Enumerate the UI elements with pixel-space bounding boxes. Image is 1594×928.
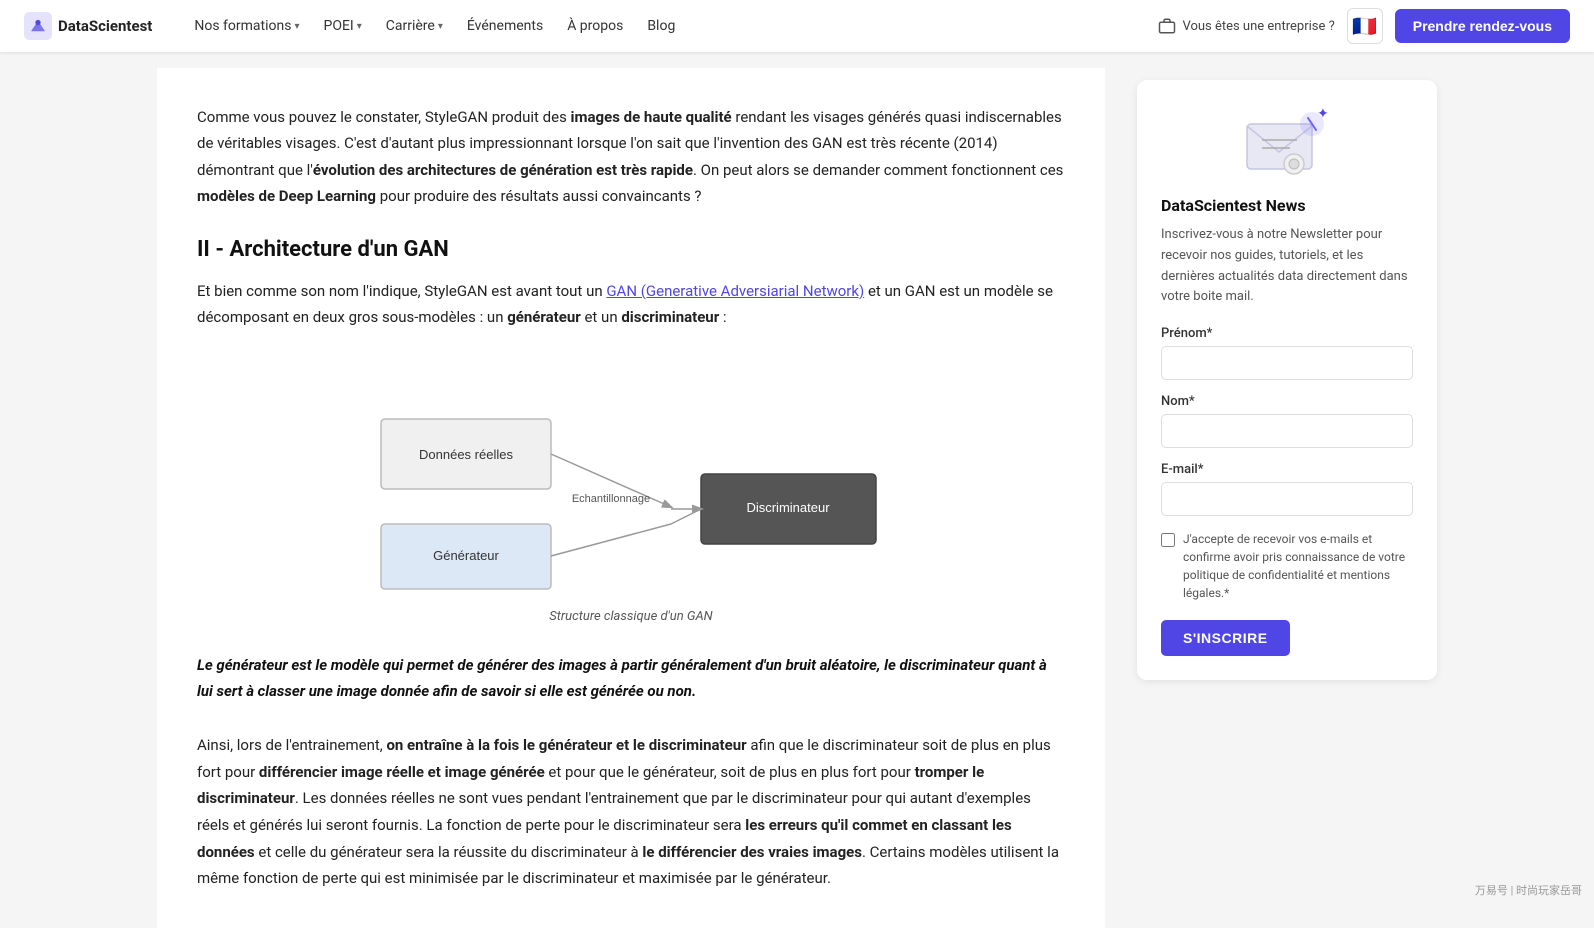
email-input[interactable] xyxy=(1161,482,1413,516)
nav-formations-label: Nos formations xyxy=(194,18,291,34)
nav-apropos-label: À propos xyxy=(567,18,623,34)
prenom-group: Prénom* xyxy=(1161,326,1413,380)
gan-link-text: GAN (Generative Adversiarial Network) xyxy=(606,282,864,300)
consent-label: J'accepte de recevoir vos e-mails et con… xyxy=(1183,530,1413,602)
bold-images-haute-qualite: images de haute qualité xyxy=(571,108,732,126)
enterprise-button[interactable]: Vous êtes une entreprise ? xyxy=(1158,17,1334,35)
svg-text:Discriminateur: Discriminateur xyxy=(746,500,830,515)
newsletter-title: DataScientest News xyxy=(1161,196,1413,215)
subscribe-button[interactable]: S'INSCRIRE xyxy=(1161,620,1290,656)
diagram-caption: Structure classique d'un GAN xyxy=(549,609,712,624)
bold-generateur: générateur xyxy=(507,308,581,326)
svg-text:Echantillonnage: Echantillonnage xyxy=(572,493,650,505)
nom-input[interactable] xyxy=(1161,414,1413,448)
svg-text:✦: ✦ xyxy=(1317,106,1329,122)
logo-text: DataScientest xyxy=(58,17,152,35)
highlight-block: Le générateur est le modèle qui permet d… xyxy=(197,652,1065,705)
flag-icon: 🇫🇷 xyxy=(1352,14,1377,38)
nav-item-carriere[interactable]: Carrière ▾ xyxy=(376,12,453,40)
gan-link[interactable]: GAN (Generative Adversiarial Network) xyxy=(606,282,864,300)
prenom-input[interactable] xyxy=(1161,346,1413,380)
newsletter-description: Inscrivez-vous à notre Newsletter pour r… xyxy=(1161,225,1413,308)
nav-links: Nos formations ▾ POEI ▾ Carrière ▾ Événe… xyxy=(184,12,1158,40)
nav-item-apropos[interactable]: À propos xyxy=(557,12,633,40)
bold-differencier: différencier image réelle et image génér… xyxy=(259,763,545,781)
logo[interactable]: DataScientest xyxy=(24,12,152,40)
enterprise-icon xyxy=(1158,17,1176,35)
section-intro: Et bien comme son nom l'indique, StyleGA… xyxy=(197,278,1065,331)
nom-label: Nom* xyxy=(1161,394,1413,409)
bold-deep-learning: modèles de Deep Learning xyxy=(197,187,376,205)
nav-item-poei[interactable]: POEI ▾ xyxy=(314,12,372,40)
highlight-text: Le générateur est le modèle qui permet d… xyxy=(197,656,1047,700)
bold-evolution: évolution des architectures de génératio… xyxy=(313,161,693,179)
consent-checkbox[interactable] xyxy=(1161,533,1175,547)
newsletter-card: ✦ DataScientest News Inscrivez-vous à no… xyxy=(1137,80,1437,680)
prenom-label: Prénom* xyxy=(1161,326,1413,341)
newsletter-icon: ✦ xyxy=(1242,104,1332,184)
bold-entraine: on entraîne à la fois le générateur et l… xyxy=(386,736,746,754)
bold-discriminateur: discriminateur xyxy=(621,308,719,326)
watermark: 万易号 | 时尚玩家岳哥 xyxy=(1475,882,1582,898)
logo-icon xyxy=(24,12,52,40)
enterprise-label: Vous êtes une entreprise ? xyxy=(1182,19,1334,34)
email-label: E-mail* xyxy=(1161,462,1413,477)
sidebar: ✦ DataScientest News Inscrivez-vous à no… xyxy=(1137,68,1437,928)
nav-item-evenements[interactable]: Événements xyxy=(457,12,553,40)
nav-evenements-label: Événements xyxy=(467,18,543,34)
page-wrapper: Comme vous pouvez le constater, StyleGAN… xyxy=(137,0,1457,928)
bold-differencier-vraies: le différencier des vraies images xyxy=(642,843,862,861)
nav-item-blog[interactable]: Blog xyxy=(637,12,685,40)
cta-button[interactable]: Prendre rendez-vous xyxy=(1395,9,1570,43)
newsletter-icon-wrapper: ✦ xyxy=(1161,104,1413,184)
email-group: E-mail* xyxy=(1161,462,1413,516)
nom-group: Nom* xyxy=(1161,394,1413,448)
bottom-paragraph: Ainsi, lors de l'entrainement, on entraî… xyxy=(197,732,1065,892)
section-title: II - Architecture d'un GAN xyxy=(197,237,1065,262)
nav-carriere-label: Carrière xyxy=(386,18,435,34)
nav-item-formations[interactable]: Nos formations ▾ xyxy=(184,12,309,40)
chevron-down-icon: ▾ xyxy=(294,21,299,32)
intro-paragraph: Comme vous pouvez le constater, StyleGAN… xyxy=(197,104,1065,209)
nav-poei-label: POEI xyxy=(324,18,354,34)
bold-erreurs: les erreurs qu'il commet en classant les… xyxy=(197,816,1012,861)
navbar: DataScientest Nos formations ▾ POEI ▾ Ca… xyxy=(0,0,1594,52)
nav-blog-label: Blog xyxy=(647,18,675,34)
chevron-down-icon: ▾ xyxy=(357,21,362,32)
gan-diagram-container: Données réelles Générateur Discriminateu… xyxy=(197,359,1065,624)
chevron-down-icon: ▾ xyxy=(438,21,443,32)
consent-group: J'accepte de recevoir vos e-mails et con… xyxy=(1161,530,1413,602)
main-content: Comme vous pouvez le constater, StyleGAN… xyxy=(157,68,1105,928)
gan-diagram: Données réelles Générateur Discriminateu… xyxy=(341,359,921,599)
svg-text:Générateur: Générateur xyxy=(433,548,499,563)
svg-text:Données réelles: Données réelles xyxy=(419,447,513,462)
nav-right: Vous êtes une entreprise ? 🇫🇷 Prendre re… xyxy=(1158,8,1570,44)
gan-diagram-svg: Données réelles Générateur Discriminateu… xyxy=(341,359,921,599)
language-flag-button[interactable]: 🇫🇷 xyxy=(1347,8,1383,44)
